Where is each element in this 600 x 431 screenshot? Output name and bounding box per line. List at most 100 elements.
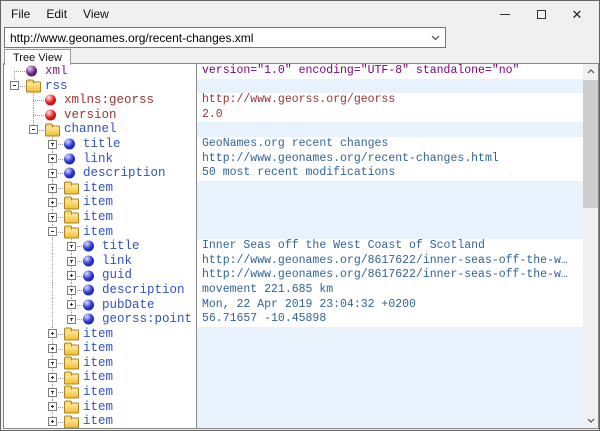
tree-node-guid[interactable]: guid <box>4 268 196 283</box>
expand-toggle-icon[interactable] <box>48 402 57 411</box>
expand-toggle-icon[interactable] <box>48 213 57 222</box>
expand-toggle-icon[interactable] <box>48 140 57 149</box>
tree-node-item[interactable]: item <box>4 341 196 356</box>
tree-node-label[interactable]: item <box>83 181 113 196</box>
expand-toggle-icon[interactable] <box>67 300 76 309</box>
minimize-button[interactable] <box>487 2 523 26</box>
tree-node-channel[interactable]: channel <box>4 122 196 137</box>
collapse-toggle-icon[interactable] <box>48 227 57 236</box>
tree-node-label[interactable]: xml <box>45 64 68 79</box>
tree-node-label[interactable]: item <box>83 195 113 210</box>
value-row: http://www.geonames.org/8617622/inner-se… <box>197 254 583 269</box>
tree-node-title[interactable]: title <box>4 137 196 152</box>
value-row-empty <box>197 341 583 356</box>
tree-node-item[interactable]: item <box>4 225 196 240</box>
tree-node-label[interactable]: item <box>83 210 113 225</box>
expand-toggle-icon[interactable] <box>48 198 57 207</box>
element-ball-icon <box>83 270 94 281</box>
combobox-dropdown-button[interactable] <box>425 28 445 47</box>
close-button[interactable]: ✕ <box>559 2 595 26</box>
tree-node-description[interactable]: description <box>4 166 196 181</box>
expand-toggle-icon[interactable] <box>48 329 57 338</box>
tree-node-label[interactable]: link <box>102 254 132 269</box>
tree-node-label[interactable]: item <box>83 341 113 356</box>
folder-icon <box>64 329 79 340</box>
url-input[interactable] <box>5 31 425 45</box>
tree-node-label[interactable]: guid <box>102 268 132 283</box>
tree-node-item[interactable]: item <box>4 400 196 415</box>
value-row-empty <box>197 181 583 196</box>
expand-toggle-icon[interactable] <box>48 169 57 178</box>
tree-node-link[interactable]: link <box>4 152 196 167</box>
tree-node-label[interactable]: item <box>83 356 113 371</box>
tree-node-link[interactable]: link <box>4 254 196 269</box>
tree-node-label[interactable]: item <box>83 414 113 428</box>
scrollbar-thumb[interactable] <box>583 80 598 208</box>
expand-toggle-icon[interactable] <box>48 388 57 397</box>
expand-toggle-icon[interactable] <box>48 359 57 368</box>
tree-node-label[interactable]: version <box>64 108 117 123</box>
expand-toggle-icon[interactable] <box>48 184 57 193</box>
tree-node-item[interactable]: item <box>4 195 196 210</box>
folder-icon <box>64 184 79 195</box>
tree-node-item[interactable]: item <box>4 181 196 196</box>
tree-node-label[interactable]: item <box>83 400 113 415</box>
tree-node-label[interactable]: description <box>83 166 166 181</box>
tab-tree-view[interactable]: Tree View <box>4 49 71 65</box>
tree-node-georss:point[interactable]: georss:point <box>4 312 196 327</box>
window-controls: ✕ <box>487 2 595 26</box>
maximize-button[interactable] <box>523 2 559 26</box>
folder-icon <box>64 359 79 370</box>
expand-toggle-icon[interactable] <box>48 417 57 426</box>
tree-node-label[interactable]: item <box>83 385 113 400</box>
tree-node-item[interactable]: item <box>4 370 196 385</box>
folder-icon <box>64 227 79 238</box>
scroll-up-button[interactable] <box>583 64 598 79</box>
tree-node-label[interactable]: description <box>102 283 185 298</box>
expand-toggle-icon[interactable] <box>67 315 76 324</box>
tree-node-version[interactable]: version <box>4 108 196 123</box>
collapse-toggle-icon[interactable] <box>29 125 38 134</box>
tree-node-label[interactable]: link <box>83 152 113 167</box>
expand-toggle-icon[interactable] <box>67 286 76 295</box>
value-row-empty <box>197 414 583 428</box>
scroll-down-button[interactable] <box>583 413 598 428</box>
tree-node-description[interactable]: description <box>4 283 196 298</box>
vertical-scrollbar[interactable] <box>583 64 598 428</box>
tree-node-item[interactable]: item <box>4 210 196 225</box>
expand-toggle-icon[interactable] <box>67 257 76 266</box>
tree-node-rss[interactable]: rss <box>4 79 196 94</box>
tree-node-label[interactable]: rss <box>45 79 68 94</box>
tree-node-pubDate[interactable]: pubDate <box>4 298 196 313</box>
expand-toggle-icon[interactable] <box>48 344 57 353</box>
tree-node-label[interactable]: title <box>102 239 140 254</box>
tree-node-label[interactable]: item <box>83 370 113 385</box>
chevron-down-icon <box>431 35 440 41</box>
menu-file[interactable]: File <box>3 4 38 24</box>
value-row-empty <box>197 122 583 137</box>
tree-node-label[interactable]: pubDate <box>102 298 155 313</box>
tree-node-title[interactable]: title <box>4 239 196 254</box>
tree-node-xml[interactable]: xml <box>4 64 196 79</box>
tree-node-item[interactable]: item <box>4 385 196 400</box>
expand-toggle-icon[interactable] <box>48 373 57 382</box>
tree-node-label[interactable]: xmlns:georss <box>64 93 154 108</box>
expand-toggle-icon[interactable] <box>67 271 76 280</box>
expand-toggle-icon[interactable] <box>67 242 76 251</box>
tree-node-item[interactable]: item <box>4 327 196 342</box>
folder-icon <box>45 125 60 136</box>
tree-node-item[interactable]: item <box>4 414 196 428</box>
menu-edit[interactable]: Edit <box>38 4 75 24</box>
tree-node-item[interactable]: item <box>4 356 196 371</box>
tree-node-label[interactable]: channel <box>64 122 117 137</box>
element-ball-icon <box>64 168 75 179</box>
scrollbar-track[interactable] <box>583 79 598 413</box>
expand-toggle-icon[interactable] <box>48 154 57 163</box>
tree-node-label[interactable]: item <box>83 225 113 240</box>
tree-node-xmlns:georss[interactable]: xmlns:georss <box>4 93 196 108</box>
menu-view[interactable]: View <box>75 4 117 24</box>
tree-node-label[interactable]: georss:point <box>102 312 192 327</box>
tree-node-label[interactable]: item <box>83 327 113 342</box>
collapse-toggle-icon[interactable] <box>10 81 19 90</box>
tree-node-label[interactable]: title <box>83 137 121 152</box>
